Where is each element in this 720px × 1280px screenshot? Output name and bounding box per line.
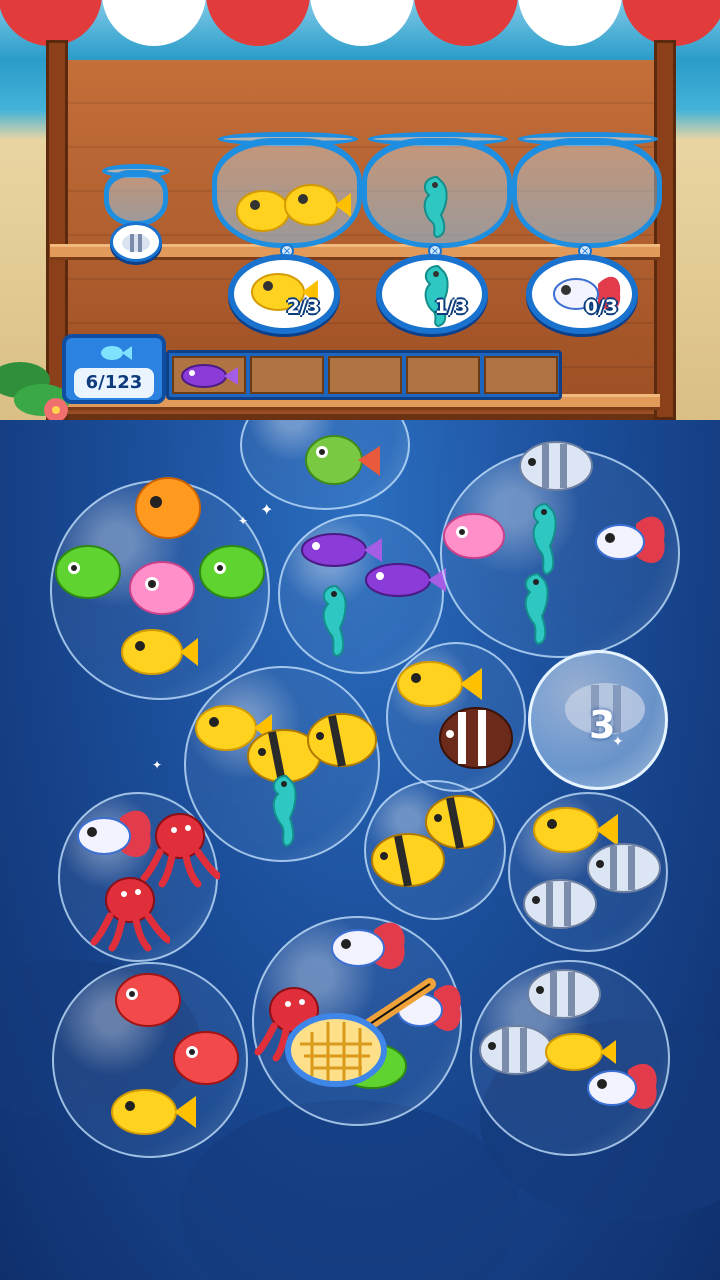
sparkle-icon: ✦ <box>152 758 163 772</box>
slot[interactable] <box>406 356 480 394</box>
butterflyfish-icon <box>371 833 445 887</box>
fishbowl-3[interactable] <box>512 138 662 248</box>
green-fish-icon <box>305 435 380 485</box>
bowl-3-badge: 0/3 <box>526 254 638 334</box>
seahorse-icon <box>272 774 297 848</box>
fish-icon <box>101 346 132 360</box>
seahorse-icon <box>322 584 347 658</box>
yellow-puffer-icon <box>236 184 351 232</box>
fish-bubble[interactable] <box>364 780 506 920</box>
fishbowl-1[interactable] <box>212 138 362 248</box>
bowl-1-badge: 2/3 <box>228 254 340 334</box>
sea-play-area: 3 ✦ ✦ ✦ ✦ <box>0 420 720 1280</box>
bowl-2-badge: 1/3 <box>376 254 488 334</box>
fish-bubble[interactable] <box>440 441 680 658</box>
fish-bubble[interactable] <box>508 792 668 952</box>
market-stall: × 2/3 × 1/3 × 0/3 6/123 <box>0 0 720 430</box>
octopus-icon <box>90 877 170 952</box>
purple-fish-icon <box>365 563 446 597</box>
yellow-puffer-icon <box>111 1089 196 1135</box>
sparkle-icon: ✦ <box>612 734 624 750</box>
seahorse-icon <box>423 175 448 239</box>
slot[interactable] <box>328 356 402 394</box>
fishbowl-2[interactable] <box>362 138 512 248</box>
locked-bubble[interactable]: 3 <box>528 650 668 790</box>
sparkle-icon: ✦ <box>238 514 249 528</box>
seahorse-icon <box>524 572 549 646</box>
seahorse-icon <box>424 264 449 328</box>
yellow-puffer-icon <box>121 629 198 675</box>
slot[interactable] <box>250 356 324 394</box>
fish-bubble[interactable] <box>50 477 270 700</box>
purple-fish-icon <box>181 364 238 388</box>
striped-angelfish-icon <box>523 879 597 929</box>
small-fishbowl[interactable] <box>104 170 168 226</box>
bowl-progress: 2/3 <box>286 296 320 318</box>
small-bowl-badge <box>110 222 162 262</box>
bowl-progress: 0/3 <box>584 296 618 318</box>
fish-bubble[interactable] <box>52 962 248 1158</box>
betta-fish-icon <box>587 1063 657 1109</box>
slot[interactable] <box>484 356 558 394</box>
striped-awning <box>0 0 720 50</box>
seahorse-icon <box>532 502 557 576</box>
fish-bubble[interactable] <box>240 420 410 510</box>
slot[interactable] <box>172 356 246 394</box>
fish-bubble[interactable] <box>386 642 526 792</box>
green-fish-icon <box>55 545 121 599</box>
striped-angelfish-icon <box>122 234 150 252</box>
pink-puffer-icon <box>443 513 505 559</box>
striped-angelfish-icon <box>519 441 593 491</box>
sparkle-icon: ✦ <box>260 500 274 519</box>
clownfish-icon <box>439 707 513 769</box>
green-fish-icon <box>199 545 265 599</box>
betta-fish-icon <box>595 516 665 563</box>
pink-puffer-icon <box>129 561 195 615</box>
fish-counter: 6/123 <box>62 334 166 404</box>
fish-bubble[interactable] <box>278 514 446 674</box>
holding-slots <box>166 350 562 400</box>
fish-count: 6/123 <box>74 368 154 398</box>
fish-bubble[interactable] <box>58 792 220 962</box>
right-post <box>654 40 676 420</box>
fishing-net-icon[interactable] <box>282 972 442 1102</box>
butterflyfish-icon <box>307 713 377 767</box>
fish-bubble[interactable] <box>470 960 670 1156</box>
bowl-progress: 1/3 <box>434 296 468 318</box>
